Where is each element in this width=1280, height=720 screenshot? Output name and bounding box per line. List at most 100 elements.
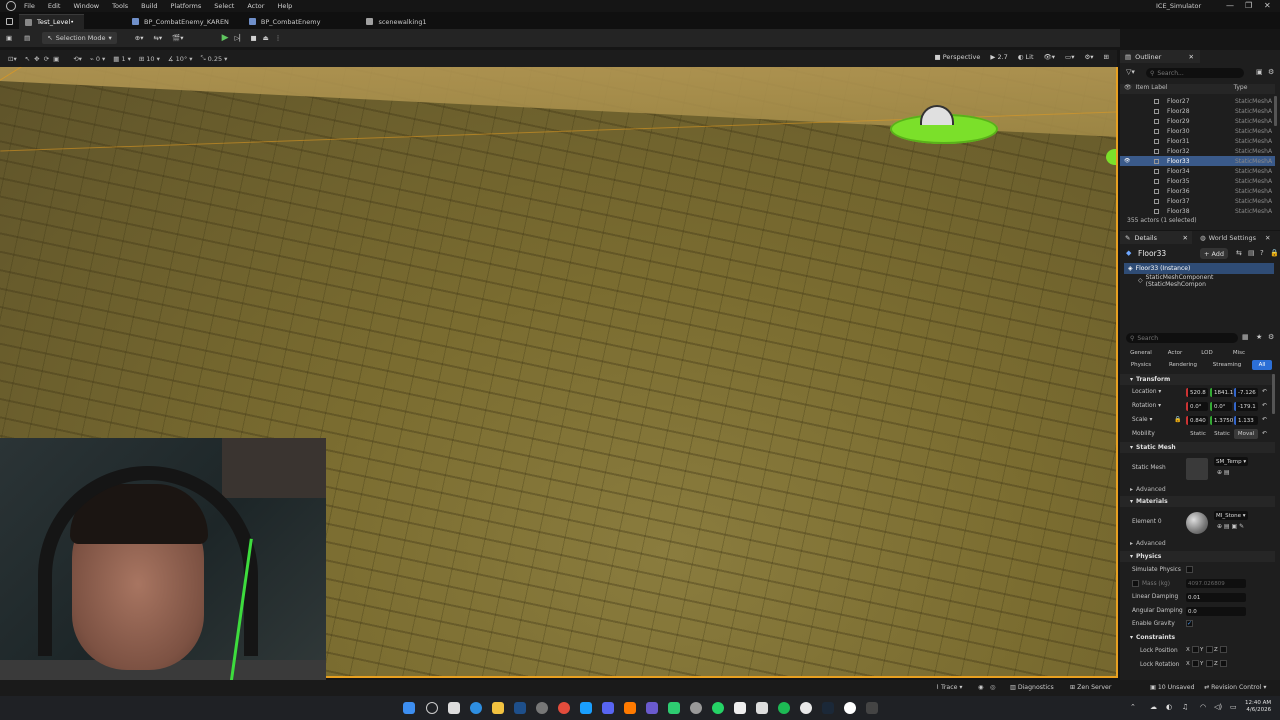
outliner-row[interactable]: Floor30 StaticMeshA [1120,126,1275,136]
grid-snap-toggle[interactable]: ▦ 1 ▾ [113,55,131,63]
material-sphere-thumbnail[interactable] [1186,512,1208,534]
coordinate-space-icon[interactable]: ⟲▾ [73,55,82,63]
selection-mode-dropdown[interactable]: ↖ Selection Mode ▾ [42,32,117,44]
vscode-icon[interactable] [514,702,526,714]
filter-icon[interactable]: ▽▾ [1126,68,1135,76]
more-options-icon[interactable]: ⋮ [275,32,282,44]
reset-icon[interactable]: ↶ [1262,388,1267,395]
static-mesh-section[interactable]: ▾ Static Mesh [1120,442,1275,453]
material-picker[interactable]: MI_Stone ▾ [1214,511,1248,520]
lock-axis-checkbox[interactable] [1220,660,1227,667]
category-misc[interactable]: Misc [1226,348,1252,358]
file-explorer-icon[interactable] [492,702,504,714]
trace-button[interactable]: ⌇ Trace ▾ [936,684,963,691]
add-actor-icon[interactable]: ⊕▾ [135,32,144,44]
terminal-icon[interactable] [866,702,878,714]
outliner-row[interactable]: Floor28 StaticMeshA [1120,106,1275,116]
spotify-icon[interactable] [778,702,790,714]
table-view-icon[interactable]: ▦ [1242,333,1249,341]
diagnostics-button[interactable]: ▥ Diagnostics [1010,684,1054,691]
details-settings-icon[interactable]: ⚙ [1268,333,1274,341]
details-search-input[interactable]: ⚲ Search [1126,333,1238,343]
firefox-icon[interactable] [624,702,636,714]
component-row-instance[interactable]: ◈ Floor33 (Instance) [1124,263,1274,274]
steam-alt-icon[interactable] [822,702,834,714]
add-folder-icon[interactable]: ▣ [1256,68,1263,76]
add-component-button[interactable]: + Add [1200,248,1228,259]
system-clock[interactable]: 12:40 AM 4/6/2026 [1245,700,1271,714]
menu-build[interactable]: Build [141,2,157,10]
scale-x-field[interactable]: 0.840 [1186,416,1208,425]
menu-window[interactable]: Window [73,2,99,10]
component-row-static-mesh[interactable]: ◇ StaticMeshComponent (StaticMeshCompon [1124,274,1274,288]
search-icon[interactable] [426,702,438,714]
outliner-row[interactable]: Floor32 StaticMeshA [1120,146,1275,156]
maximize-viewport-icon[interactable]: ⊞ [1104,53,1109,61]
close-tab-icon[interactable]: ✕ [1189,53,1194,61]
advanced-material-section[interactable]: ▸ Advanced [1120,538,1275,549]
rotation-x-field[interactable]: 0.0° [1186,402,1208,411]
outliner-row[interactable]: Floor34 StaticMeshA [1120,166,1275,176]
close-tab-icon[interactable]: ✕ [1265,234,1270,242]
linear-damping-field[interactable]: 0.01 [1186,593,1246,602]
outliner-row[interactable]: Floor27 StaticMeshA [1120,96,1275,106]
visibility-eye-icon[interactable]: 👁 [1124,158,1130,164]
tab-outliner[interactable]: ▤ Outliner ✕ [1120,50,1200,63]
category-general[interactable]: General [1126,348,1156,358]
mobility-movable[interactable]: Moval [1234,429,1258,439]
stop-trace-icon[interactable]: ◎ [990,684,995,691]
menu-actor[interactable]: Actor [247,2,264,10]
help-icon[interactable]: ? [1260,249,1264,257]
viewport-layout-icon[interactable]: ▭▾ [1065,53,1074,61]
lit-mode-button[interactable]: ◐ Lit [1018,53,1034,61]
scale-label[interactable]: Scale ▾ [1132,417,1152,423]
tray-headset-icon[interactable]: ♫ [1182,703,1188,711]
tab-world-settings[interactable]: ◍ World Settings ✕ [1200,231,1270,244]
blueprint-convert-icon[interactable]: ⇆ [1236,249,1242,257]
physics-section[interactable]: ▾ Physics [1120,551,1275,562]
rotate-icon[interactable]: ⟳ [44,55,49,63]
steam-icon[interactable] [580,702,592,714]
menu-tools[interactable]: Tools [112,2,128,10]
outliner-row[interactable]: Floor37 StaticMeshA [1120,196,1275,206]
unreal-engine-icon[interactable] [844,702,856,714]
capcut-icon[interactable] [756,702,768,714]
rotation-snap-value[interactable]: ∡ 10° ▾ [168,55,193,63]
close-tab-icon[interactable]: ✕ [1183,234,1188,242]
blueprint-menu-icon[interactable]: ⇆▾ [153,32,162,44]
discord-icon[interactable] [602,702,614,714]
outliner-row[interactable]: Floor36 StaticMeshA [1120,186,1275,196]
location-x-field[interactable]: 520.8 [1186,388,1208,397]
location-z-field[interactable]: -7.126 [1234,388,1258,397]
category-rendering[interactable]: Rendering [1162,360,1204,370]
tray-app-icon[interactable]: ◐ [1166,703,1172,711]
tab-test-level[interactable]: Test_Level• [19,14,85,29]
tab-scenewalking[interactable]: scenewalking1 [360,14,436,29]
category-physics[interactable]: Physics [1126,360,1156,370]
menu-select[interactable]: Select [214,2,234,10]
lock-axis-checkbox[interactable] [1192,660,1199,667]
app-icon-purple[interactable] [646,702,658,714]
lock-axis-checkbox[interactable] [1192,646,1199,653]
use-selected-icon[interactable]: ⊕ ▤ [1217,469,1230,476]
save-icon[interactable]: ▣ [6,32,12,44]
stop-icon[interactable]: ■ [250,32,256,44]
reset-icon[interactable]: ↶ [1262,416,1267,423]
unsaved-button[interactable]: ▣ 10 Unsaved [1150,684,1195,691]
static-mesh-thumbnail[interactable] [1186,458,1208,480]
transform-mode-icon[interactable]: ⊡▾ [8,55,17,63]
outliner-row[interactable]: 👁 Floor33 StaticMeshA [1120,156,1275,166]
app-icon-green[interactable] [668,702,680,714]
windows-start-icon[interactable] [403,702,415,714]
revision-control-button[interactable]: ⇄ Revision Control ▾ [1204,684,1266,691]
menu-help[interactable]: Help [277,2,292,10]
enable-gravity-checkbox[interactable]: ✓ [1186,620,1193,627]
category-all[interactable]: All [1252,360,1272,370]
scale-snap-value[interactable]: ⤡ 0.25 ▾ [200,54,227,63]
view-mode-button[interactable]: ■ Perspective [934,53,980,61]
outliner-settings-icon[interactable]: ⚙ [1268,68,1274,76]
advanced-mesh-section[interactable]: ▸ Advanced [1120,484,1275,495]
lock-axis-checkbox[interactable] [1220,646,1227,653]
mobility-stationary[interactable]: Static [1210,429,1234,439]
menu-edit[interactable]: Edit [48,2,61,10]
